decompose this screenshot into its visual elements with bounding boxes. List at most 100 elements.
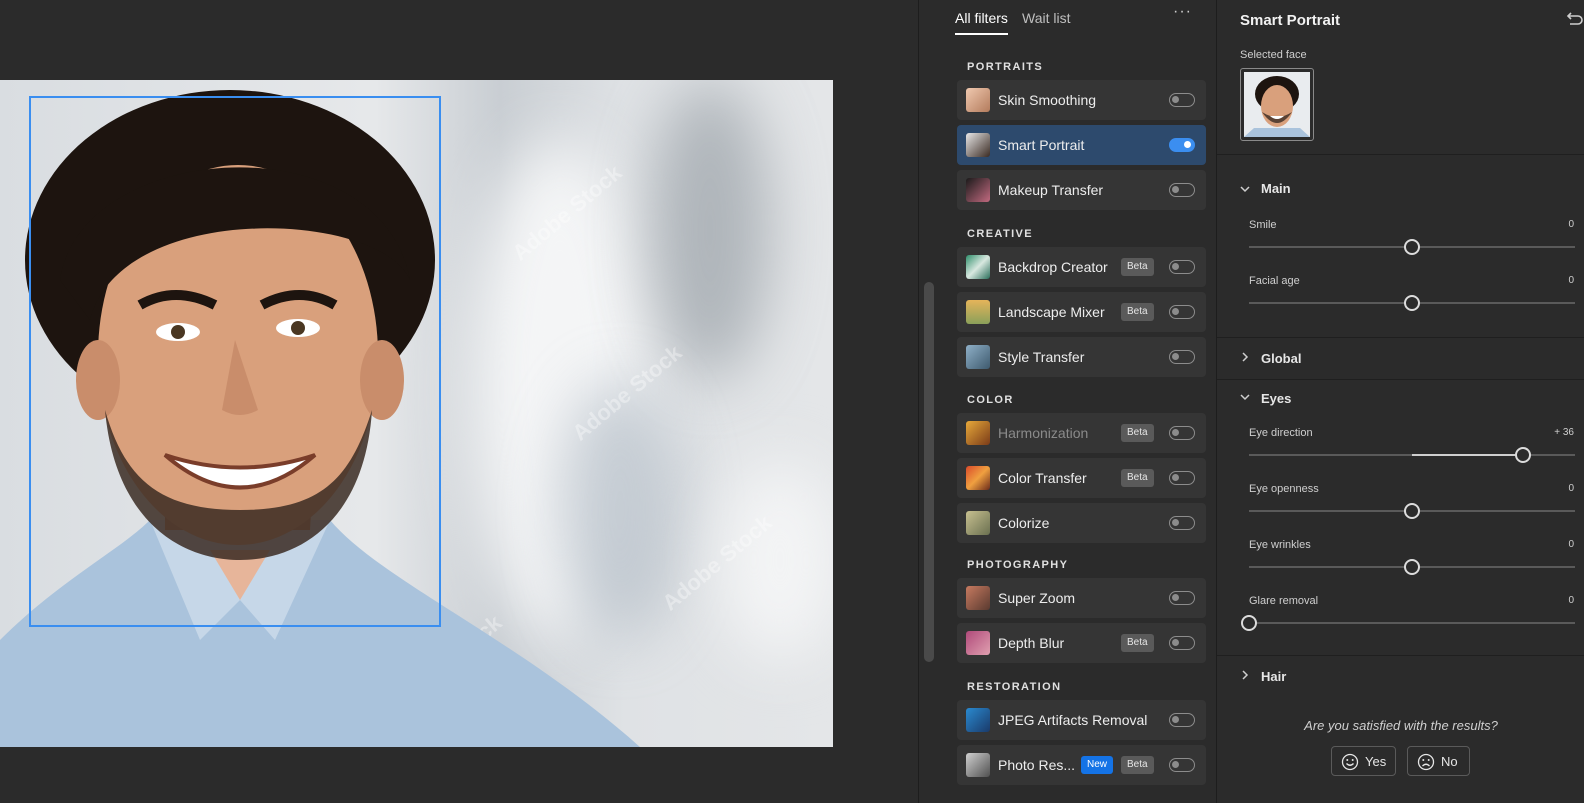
colorize-toggle[interactable]: [1169, 516, 1195, 530]
filter-name: Depth Blur: [998, 635, 1065, 651]
slider-label-facial-age: Facial age: [1249, 275, 1300, 287]
slider-handle[interactable]: [1404, 559, 1420, 575]
divider: [1217, 154, 1584, 155]
slider-value-smile: 0: [1568, 219, 1574, 230]
beta-badge: Beta: [1121, 258, 1154, 276]
filter-item-depth-blur[interactable]: Depth Blur Beta: [957, 623, 1206, 663]
section-title-photography: PHOTOGRAPHY: [967, 559, 1069, 571]
slider-handle[interactable]: [1515, 447, 1531, 463]
filter-item-colorize[interactable]: Colorize: [957, 503, 1206, 543]
chevron-right-icon[interactable]: [1240, 352, 1250, 362]
filter-name: Smart Portrait: [998, 137, 1085, 153]
super-zoom-thumbnail: [966, 586, 990, 610]
color-transfer-thumbnail: [966, 466, 990, 490]
filter-item-super-zoom[interactable]: Super Zoom: [957, 578, 1206, 618]
slider-handle[interactable]: [1404, 239, 1420, 255]
skin-smoothing-thumbnail: [966, 88, 990, 112]
reset-icon[interactable]: [1564, 10, 1584, 28]
filter-name: Makeup Transfer: [998, 182, 1104, 198]
filter-item-landscape-mixer[interactable]: Landscape Mixer Beta: [957, 292, 1206, 332]
filter-name: Skin Smoothing: [998, 92, 1097, 108]
smile-slider[interactable]: [1249, 239, 1575, 255]
filter-name: Colorize: [998, 515, 1050, 531]
beta-badge: Beta: [1121, 303, 1154, 321]
smart-portrait-toggle[interactable]: [1169, 138, 1195, 152]
slider-handle[interactable]: [1241, 615, 1257, 631]
feedback-question: Are you satisfied with the results?: [1304, 718, 1498, 733]
beta-badge: Beta: [1121, 469, 1154, 487]
makeup-transfer-toggle[interactable]: [1169, 183, 1195, 197]
eye-wrinkles-slider[interactable]: [1249, 559, 1575, 575]
filter-name: JPEG Artifacts Removal: [998, 712, 1148, 728]
slider-handle[interactable]: [1404, 503, 1420, 519]
filters-panel: All filters Wait list ··· PORTRAITS Skin…: [947, 0, 1216, 803]
divider: [1217, 337, 1584, 338]
super-zoom-toggle[interactable]: [1169, 591, 1195, 605]
backdrop-creator-toggle[interactable]: [1169, 260, 1195, 274]
filter-name: Style Transfer: [998, 349, 1085, 365]
filter-item-jpeg-artifacts-removal[interactable]: JPEG Artifacts Removal: [957, 700, 1206, 740]
chevron-right-icon[interactable]: [1240, 670, 1250, 680]
group-header-hair[interactable]: Hair: [1261, 669, 1286, 684]
panel-scrollbar[interactable]: [918, 0, 947, 803]
eye-openness-slider[interactable]: [1249, 503, 1575, 519]
scrollbar-thumb[interactable]: [924, 282, 934, 662]
slider-label-eye-wrinkles: Eye wrinkles: [1249, 539, 1311, 551]
canvas-area[interactable]: Adobe Stock Adobe Stock Adobe Stock Adob…: [0, 0, 918, 803]
filter-name: Landscape Mixer: [998, 304, 1105, 320]
facial-age-slider[interactable]: [1249, 295, 1575, 311]
more-options-icon[interactable]: ···: [1173, 3, 1192, 21]
slider-value-eye-direction: + 36: [1554, 427, 1574, 438]
depth-blur-toggle[interactable]: [1169, 636, 1195, 650]
tab-all-filters[interactable]: All filters: [955, 10, 1008, 35]
eye-direction-slider[interactable]: [1249, 447, 1575, 463]
style-transfer-toggle[interactable]: [1169, 350, 1195, 364]
colorize-thumbnail: [966, 511, 990, 535]
divider: [1217, 379, 1584, 380]
face-selection-box[interactable]: [29, 96, 441, 627]
filter-name: Color Transfer: [998, 470, 1087, 486]
section-title-color: COLOR: [967, 394, 1014, 406]
no-button[interactable]: No: [1407, 746, 1470, 776]
color-transfer-toggle[interactable]: [1169, 471, 1195, 485]
group-header-eyes[interactable]: Eyes: [1261, 391, 1291, 406]
jpeg-artifacts-removal-toggle[interactable]: [1169, 713, 1195, 727]
filter-item-color-transfer[interactable]: Color Transfer Beta: [957, 458, 1206, 498]
harmonization-toggle[interactable]: [1169, 426, 1195, 440]
filter-item-harmonization[interactable]: Harmonization Beta: [957, 413, 1206, 453]
selected-face-thumbnail[interactable]: [1240, 68, 1314, 141]
slider-value-glare-removal: 0: [1568, 595, 1574, 606]
slider-value-eye-wrinkles: 0: [1568, 539, 1574, 550]
beta-badge: Beta: [1121, 756, 1154, 774]
tab-wait-list[interactable]: Wait list: [1022, 10, 1070, 26]
filter-tabs: All filters Wait list ···: [947, 0, 1216, 40]
slider-label-smile: Smile: [1249, 219, 1277, 231]
landscape-mixer-toggle[interactable]: [1169, 305, 1195, 319]
properties-panel: Smart Portrait Selected face Main Smile …: [1216, 0, 1584, 803]
frown-icon: [1417, 753, 1435, 771]
filter-item-photo-restoration[interactable]: Photo Res... New Beta: [957, 745, 1206, 785]
glare-removal-slider[interactable]: [1241, 615, 1575, 631]
divider: [1217, 655, 1584, 656]
photo-restoration-toggle[interactable]: [1169, 758, 1195, 772]
filter-item-makeup-transfer[interactable]: Makeup Transfer: [957, 170, 1206, 210]
filter-item-skin-smoothing[interactable]: Skin Smoothing: [957, 80, 1206, 120]
portrait-photo[interactable]: Adobe Stock Adobe Stock Adobe Stock Adob…: [0, 80, 833, 747]
section-title-portraits: PORTRAITS: [967, 61, 1044, 73]
filter-item-backdrop-creator[interactable]: Backdrop Creator Beta: [957, 247, 1206, 287]
section-title-creative: CREATIVE: [967, 228, 1034, 240]
skin-smoothing-toggle[interactable]: [1169, 93, 1195, 107]
group-header-global[interactable]: Global: [1261, 351, 1301, 366]
filter-item-smart-portrait[interactable]: Smart Portrait: [957, 125, 1206, 165]
harmonization-thumbnail: [966, 421, 990, 445]
backdrop-creator-thumbnail: [966, 255, 990, 279]
chevron-down-icon[interactable]: [1240, 392, 1250, 402]
group-header-main[interactable]: Main: [1261, 181, 1291, 196]
properties-title: Smart Portrait: [1240, 12, 1341, 29]
yes-button[interactable]: Yes: [1331, 746, 1396, 776]
chevron-down-icon[interactable]: [1240, 184, 1250, 194]
filter-item-style-transfer[interactable]: Style Transfer: [957, 337, 1206, 377]
filter-name: Harmonization: [998, 425, 1089, 441]
slider-handle[interactable]: [1404, 295, 1420, 311]
photo-restoration-thumbnail: [966, 753, 990, 777]
